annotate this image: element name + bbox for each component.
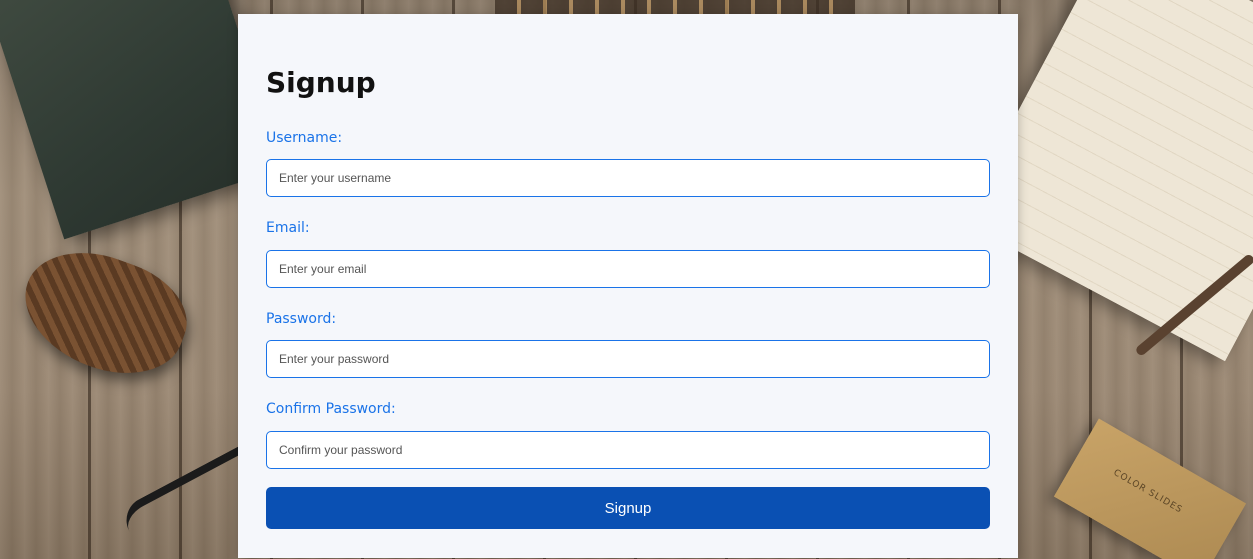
color-slides-box-image: COLOR SLIDES [1053, 418, 1247, 559]
password-label: Password: [266, 311, 337, 327]
signup-button[interactable]: Signup [266, 487, 990, 529]
username-input[interactable] [266, 159, 990, 197]
box-text: COLOR SLIDES [1111, 467, 1185, 516]
email-label: Email: [266, 220, 310, 236]
confirm-password-input[interactable] [266, 431, 990, 469]
signup-card: Signup Username: Email: Password: Confir… [238, 14, 1018, 558]
page-title: Signup [266, 66, 376, 99]
confirm-password-label: Confirm Password: [266, 401, 396, 417]
pinecone-image [8, 233, 201, 393]
email-input[interactable] [266, 250, 990, 288]
password-input[interactable] [266, 340, 990, 378]
username-label: Username: [266, 130, 343, 146]
